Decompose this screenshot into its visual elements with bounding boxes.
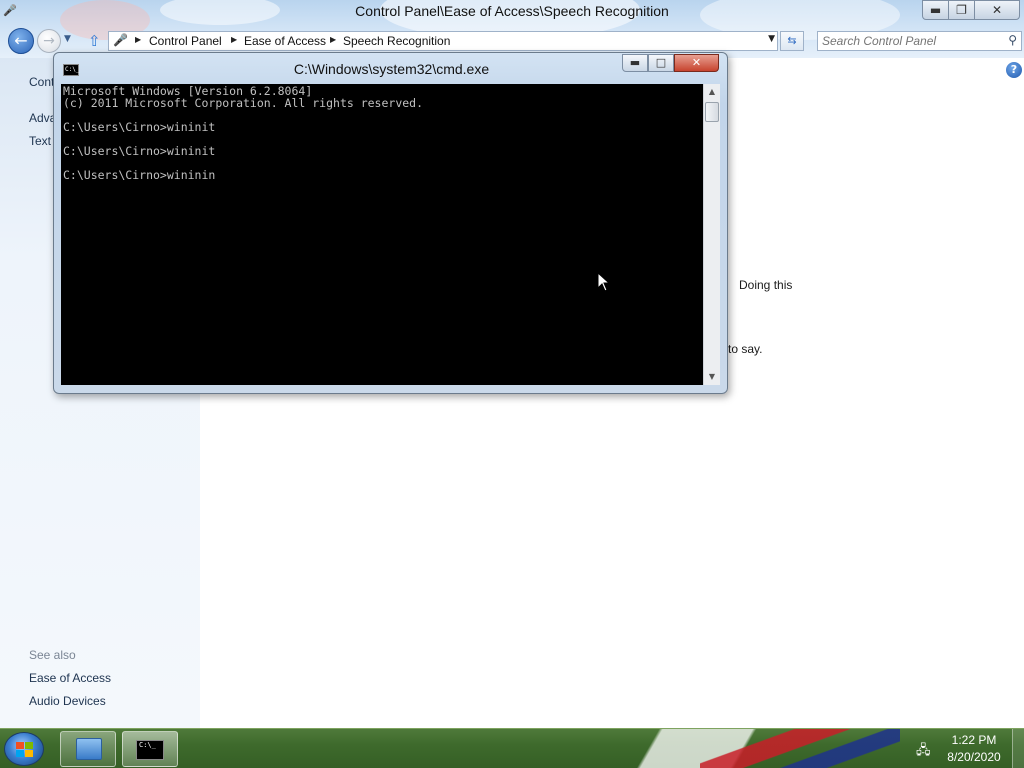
clock-time[interactable]: 1:22 PM <box>944 733 1004 747</box>
breadcrumb-separator-icon[interactable]: ▶ <box>330 35 336 44</box>
breadcrumb-separator-icon[interactable]: ▶ <box>231 35 237 44</box>
see-also-heading: See also <box>29 648 76 662</box>
up-arrow-icon: ⇧ <box>88 32 101 50</box>
recent-pages-dropdown[interactable]: ▼ <box>64 34 74 46</box>
address-dropdown-icon[interactable]: ▼ <box>768 34 775 44</box>
windows-logo-icon <box>16 742 33 757</box>
breadcrumb-control-panel[interactable]: Control Panel <box>149 34 222 48</box>
left-link-text[interactable]: Text <box>29 134 51 148</box>
console-line: (c) 2011 Microsoft Corporation. All righ… <box>63 96 424 110</box>
microphone-icon: 🎤 <box>113 33 128 47</box>
breadcrumb-speech-recognition[interactable]: Speech Recognition <box>343 34 450 48</box>
content-text-fragment: to say. <box>728 342 763 356</box>
search-icon[interactable]: ⚲ <box>1008 33 1017 47</box>
search-input[interactable] <box>822 34 994 48</box>
minimize-button[interactable]: ▬ <box>922 0 949 20</box>
cmd-vertical-scrollbar[interactable]: ▲ ▼ <box>703 84 720 385</box>
search-box[interactable]: ⚲ <box>817 31 1022 51</box>
scrollbar-thumb[interactable] <box>705 102 719 122</box>
taskbar: C:\_ 🖧 1:22 PM 8/20/2020 <box>0 728 1024 768</box>
show-desktop-button[interactable] <box>1012 729 1024 768</box>
restore-button[interactable]: ❐ <box>948 0 975 20</box>
network-icon[interactable]: 🖧 <box>916 741 932 758</box>
close-button[interactable]: ✕ <box>974 0 1020 20</box>
help-icon[interactable]: ? <box>1006 62 1022 78</box>
cmd-minimize-button[interactable]: ▬ <box>622 54 648 72</box>
taskbar-control-panel-button[interactable] <box>60 731 116 767</box>
control-panel-titlebar[interactable]: 🎤 Control Panel\Ease of Access\Speech Re… <box>0 0 1024 58</box>
refresh-button[interactable]: ⇆ <box>780 31 804 51</box>
cmd-window: C:\_ C:\Windows\system32\cmd.exe ▬ □ ✕ M… <box>53 52 728 394</box>
console-input-line[interactable]: C:\Users\Cirno>wininin <box>63 169 215 181</box>
back-arrow-icon: ← <box>14 31 28 50</box>
scroll-up-arrow-icon[interactable]: ▲ <box>704 84 720 100</box>
see-also-ease-of-access-link[interactable]: Ease of Access <box>29 671 111 685</box>
cmd-console-output[interactable]: Microsoft Windows [Version 6.2.8064] (c)… <box>61 84 703 385</box>
forward-arrow-icon: → <box>43 33 55 49</box>
forward-button[interactable]: → <box>37 29 61 53</box>
breadcrumb-ease-of-access[interactable]: Ease of Access <box>244 34 326 48</box>
mouse-cursor-icon <box>597 272 611 292</box>
taskbar-cmd-button[interactable]: C:\_ <box>122 731 178 767</box>
left-link-control-panel-home[interactable]: Cont <box>29 75 54 89</box>
address-bar[interactable]: 🎤 ▶ Control Panel ▶ Ease of Access ▶ Spe… <box>108 31 778 51</box>
cmd-maximize-button[interactable]: □ <box>648 54 674 72</box>
back-button[interactable]: ← <box>8 28 34 54</box>
control-panel-icon <box>76 738 102 760</box>
content-text-fragment: Doing this <box>739 278 793 292</box>
cmd-close-button[interactable]: ✕ <box>674 54 719 72</box>
start-button[interactable] <box>4 732 44 766</box>
cmd-icon: C:\_ <box>136 740 164 760</box>
scroll-down-arrow-icon[interactable]: ▼ <box>704 369 720 385</box>
window-title: Control Panel\Ease of Access\Speech Reco… <box>355 3 669 19</box>
breadcrumb-separator-icon[interactable]: ▶ <box>135 35 141 44</box>
console-line: C:\Users\Cirno>wininit <box>63 144 216 158</box>
console-line: C:\Users\Cirno>wininit <box>63 120 216 134</box>
clock-date[interactable]: 8/20/2020 <box>940 750 1008 764</box>
refresh-icon: ⇆ <box>787 34 797 47</box>
see-also-audio-devices-link[interactable]: Audio Devices <box>29 694 106 708</box>
up-button[interactable]: ⇧ <box>88 32 104 50</box>
